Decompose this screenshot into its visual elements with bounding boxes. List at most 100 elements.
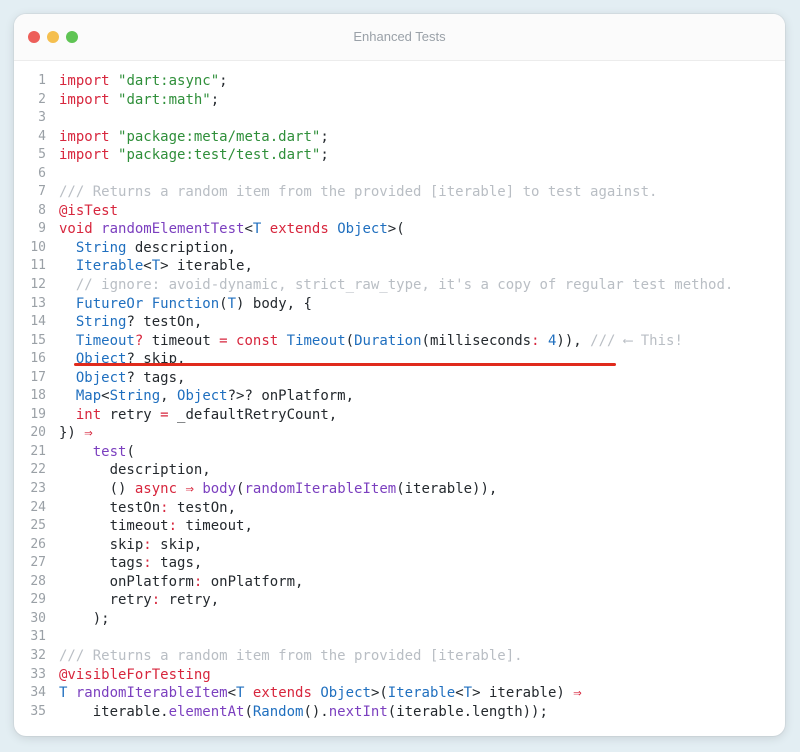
code-line: 24 testOn: testOn, — [14, 499, 785, 518]
code-token: ( — [219, 295, 228, 312]
code-token: : — [168, 518, 178, 535]
code-token: "dart:async" — [118, 73, 220, 89]
code-token: /// ⟵ This! — [590, 332, 683, 349]
code-token: const — [236, 332, 279, 349]
code-token: import — [59, 128, 110, 145]
code-token: : — [143, 536, 152, 553]
code-token: void — [59, 221, 93, 238]
code-token: timeout, — [177, 518, 253, 535]
code-line: 26 skip: skip, — [14, 536, 785, 555]
code-token: Duration — [354, 332, 422, 349]
code-token: skip — [59, 536, 144, 553]
code-token: < — [227, 685, 237, 702]
code-text: iterable.elementAt(Random().nextInt(iter… — [59, 703, 548, 722]
code-text: ); — [59, 610, 110, 629]
highlight-underline — [74, 363, 616, 366]
code-text: import "package:meta/meta.dart"; — [59, 128, 329, 147]
code-token: nextInt — [328, 703, 388, 720]
code-token: @isTest — [59, 202, 119, 219]
code-line: 2 import "dart:math"; — [14, 91, 785, 110]
window-title: Enhanced Tests — [353, 29, 446, 44]
code-token: description, — [126, 239, 237, 256]
code-line: 22 description, — [14, 461, 785, 480]
code-line: 21 test( — [14, 443, 785, 462]
code-text: timeout: timeout, — [59, 517, 253, 536]
code-token: testOn — [59, 499, 161, 516]
code-line: 33 @visibleForTesting — [14, 666, 785, 685]
code-token: Iterable — [387, 685, 456, 702]
code-token: ); — [59, 610, 110, 627]
code-token: iterable. — [59, 703, 169, 720]
code-token: Object — [337, 221, 388, 238]
code-text: Object? tags, — [59, 369, 186, 388]
code-line: 9 void randomElementTest<T extends Object… — [14, 220, 785, 239]
code-line: 25 timeout: timeout, — [14, 517, 785, 536]
code-token: /// Returns a random item from the provi… — [59, 647, 523, 664]
code-token: "dart:math" — [118, 91, 211, 108]
code-token: randomIterableItem — [75, 685, 228, 702]
code-token: }) — [59, 425, 85, 442]
code-token: int — [75, 406, 102, 423]
code-token: "package:meta/meta.dart" — [118, 128, 321, 145]
line-number: 28 — [30, 573, 46, 589]
code-line: 23 () async ⇒ body(randomIterableItem(it… — [14, 480, 785, 499]
line-number: 22 — [30, 462, 46, 478]
code-text: test( — [59, 443, 135, 462]
editor-window: Enhanced Tests 1 import "dart:async"; 2 imp… — [14, 14, 785, 736]
code-line: 32 /// Returns a random item from the pro… — [14, 647, 785, 666]
code-text: skip: skip, — [59, 536, 203, 555]
code-token: ; — [210, 91, 220, 108]
code-token: timeout — [59, 518, 169, 535]
code-line: 31 — [14, 628, 785, 647]
code-token: (iterable)), — [396, 481, 498, 498]
code-token: ( — [126, 443, 135, 460]
code-text: description, — [59, 461, 211, 480]
line-number: 15 — [30, 332, 46, 348]
line-number: 3 — [38, 110, 46, 126]
code-line: 17 Object? tags, — [14, 369, 785, 388]
code-token: test — [92, 443, 127, 460]
code-token: T — [463, 685, 473, 702]
code-token: retry — [101, 406, 161, 423]
code-line: 18 Map<String, Object?>? onPlatform, — [14, 387, 785, 406]
code-line: 19 int retry = _defaultRetryCount, — [14, 406, 785, 425]
code-token: = — [219, 332, 228, 349]
code-token: >( — [370, 685, 388, 702]
line-number: 4 — [38, 128, 46, 144]
code-token: async — [134, 481, 178, 498]
line-number: 2 — [38, 91, 46, 107]
code-editor[interactable]: 1 import "dart:async"; 2 import "dart:math"… — [14, 72, 785, 721]
code-token: ; — [320, 147, 329, 164]
code-line: 3 — [14, 109, 785, 128]
code-token: , — [160, 388, 178, 405]
line-number: 29 — [30, 592, 46, 608]
line-number: 12 — [30, 277, 46, 293]
code-token: tags, — [151, 555, 203, 572]
code-token: > iterable, — [160, 258, 253, 275]
code-token: < — [244, 221, 253, 238]
line-number: 16 — [30, 351, 46, 367]
line-number: 18 — [30, 388, 46, 404]
line-number: 7 — [38, 184, 46, 200]
line-number: 24 — [30, 499, 46, 515]
code-line: 20}) ⇒ — [14, 424, 785, 443]
code-token: Object — [320, 685, 371, 702]
code-token: extends — [252, 685, 312, 702]
code-token: Map — [75, 388, 102, 405]
code-text: /// Returns a random item from the provi… — [59, 183, 657, 202]
code-token: _defaultRetryCount, — [168, 406, 338, 423]
code-text: testOn: testOn, — [59, 499, 236, 518]
code-token: description, — [59, 462, 211, 479]
code-line: 4 import "package:meta/meta.dart"; — [14, 128, 785, 147]
code-token: Object — [177, 388, 228, 405]
code-token: < — [455, 685, 464, 702]
